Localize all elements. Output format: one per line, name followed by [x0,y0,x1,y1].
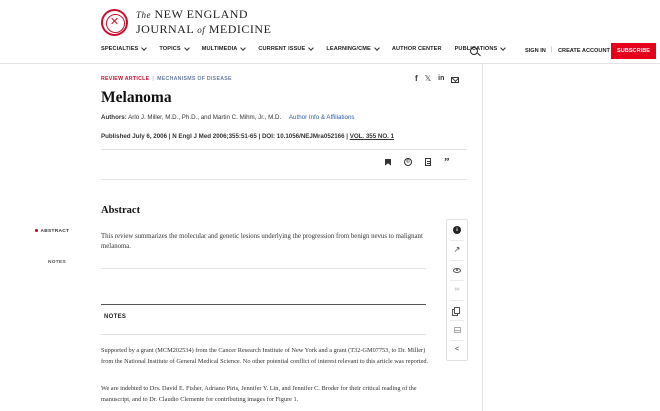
share-icon: < [454,346,460,353]
create-account-link[interactable]: CREATE ACCOUNT [558,48,610,54]
rail-copy[interactable] [447,300,467,320]
table-icon [453,327,461,333]
subscribe-button[interactable]: SUBSCRIBE [611,43,656,59]
nav-topics[interactable]: TOPICS [159,45,190,52]
header-separator: | [551,47,553,53]
nav-author-center[interactable]: AUTHOR CENTER [392,46,442,52]
divider [101,334,426,335]
logo-medicine: MEDICINE [208,22,272,36]
link-icon: ∞ [454,286,460,293]
rail-link[interactable]: ∞ [447,280,467,300]
search-icon[interactable] [470,47,478,55]
facebook-icon[interactable]: f [415,74,418,84]
notes-top-divider [101,304,426,305]
rail-share[interactable]: < [447,340,467,360]
rail-info[interactable]: i [447,220,467,240]
nav-learning-cme[interactable]: LEARNING/CME [326,45,380,52]
author-info-link[interactable]: Author Info & Affiliations [289,114,355,121]
linkedin-icon[interactable]: in [438,74,444,84]
nav-current-issue[interactable]: CURRENT ISSUE [258,45,315,52]
authors-label: Authors: [101,114,127,121]
eye-icon [453,267,461,273]
chevron-down-icon [500,45,507,51]
share-bar: f 𝕏 in [415,74,466,84]
nav-multimedia[interactable]: MULTIMEDIA [202,45,247,52]
article-title: Melanoma [101,89,172,106]
divider [101,179,467,180]
chevron-down-icon [308,45,315,51]
nav-specialties[interactable]: SPECIALTIES [101,45,148,52]
publication-details: Published July 6, 2006 | N Engl J Med 20… [101,133,350,140]
note-funding: Supported by a grant (MCM202534) from th… [101,347,429,365]
divider [101,149,467,150]
authors-line: Authors: Arlo J. Miller, M.D., Ph.D., an… [101,114,355,121]
volume-link[interactable]: VOL. 355 NO. 1 [350,133,394,140]
article-section-label: REVIEW ARTICLE | MECHANISMS OF DISEASE [101,76,232,82]
logo-new-england: NEW ENGLAND [154,7,249,21]
chevron-down-icon [373,45,380,51]
nejm-seal-icon [101,9,128,36]
authors-names: Arlo J. Miller, M.D., Ph.D., and Martin … [128,114,282,121]
copy-icon [454,306,460,314]
nejm-logo[interactable]: The NEW ENGLAND JOURNAL of MEDICINE [101,8,271,37]
main-nav: SPECIALTIES TOPICS MULTIMEDIA CURRENT IS… [101,45,518,52]
sign-in-link[interactable]: SIGN IN [525,48,546,54]
cc-icon[interactable]: © [404,158,412,166]
x-icon[interactable]: 𝕏 [425,74,431,84]
publication-info: Published July 6, 2006 | N Engl J Med 20… [101,133,394,140]
logo-the: The [136,10,151,20]
rail-view[interactable] [447,260,467,280]
bookmark-icon[interactable] [385,158,391,166]
chevron-down-icon [141,45,148,51]
article-type[interactable]: REVIEW ARTICLE [101,76,149,82]
header-divider [0,63,660,64]
document-icon[interactable] [425,158,431,166]
article-tools: © ” [385,157,463,168]
logo-journal: JOURNAL [136,22,194,36]
email-icon[interactable] [451,76,460,83]
nav-publications[interactable]: PUBLICATIONS [455,45,507,52]
logo-of: of [197,25,206,35]
trend-icon: ↗ [453,245,461,254]
article-tool-rail: i ↗ ∞ < [446,219,468,361]
sidebar-divider [482,64,483,411]
divider [101,268,426,269]
notes-heading: NOTES [104,314,127,320]
chevron-down-icon [183,45,190,51]
abstract-text: This review summarizes the molecular and… [101,233,423,250]
quote-icon[interactable]: ” [444,157,450,168]
article-series[interactable]: MECHANISMS OF DISEASE [157,76,232,82]
outline-item-notes[interactable]: NOTES [48,260,66,265]
outline-item-abstract[interactable]: ABSTRACT [35,229,69,234]
rail-table[interactable] [447,320,467,340]
abstract-heading: Abstract [101,205,141,216]
rail-metrics[interactable]: ↗ [447,240,467,260]
info-icon: i [453,226,461,234]
chevron-down-icon [240,45,247,51]
note-acknowledgments: We are indebted to Drs. David E. Fisher,… [101,385,417,403]
